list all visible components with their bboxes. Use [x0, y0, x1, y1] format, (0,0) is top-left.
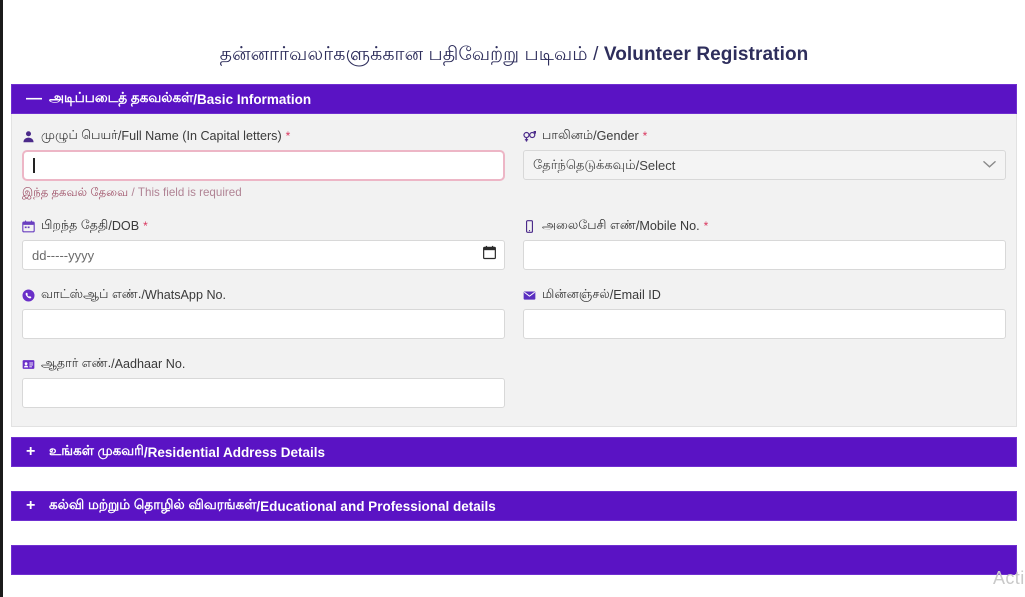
error-full-name-english: This field is required: [137, 186, 242, 199]
accordion-title-basic-english: Basic Information: [197, 91, 312, 107]
page-title-separator: /: [587, 44, 604, 65]
text-cursor: [33, 158, 35, 173]
accordion-residential-address: + உங்கள் முகவரி / Residential Address De…: [11, 437, 1017, 467]
envelope-icon: [523, 289, 536, 302]
person-icon: [22, 130, 35, 143]
label-full-name: முழுப் பெயர் / Full Name (In Capital let…: [22, 128, 505, 144]
dob-input-wrapper: dd-----yyyy: [22, 240, 505, 270]
mobile-phone-icon: [523, 219, 536, 233]
label-aadhaar-tamil: ஆதார் எண்.: [41, 356, 112, 370]
gender-selected-english: Select: [639, 157, 676, 173]
field-group-whatsapp: வாட்ஸ்ஆப் எண். / WhatsApp No.: [22, 287, 505, 339]
label-whatsapp: வாட்ஸ்ஆப் எண். / WhatsApp No.: [22, 287, 505, 303]
windows-activation-watermark: Acti: [993, 568, 1025, 588]
label-full-name-english: Full Name (In Capital letters): [121, 129, 282, 143]
page-title: தன்னார்வலர்களுக்கான பதிவேற்று படிவம் / V…: [3, 0, 1025, 68]
label-email-english: Email ID: [613, 288, 661, 302]
label-email: மின்னஞ்சல் / Email ID: [523, 287, 1006, 303]
minus-icon: —: [26, 90, 42, 107]
left-edge-strip: [0, 0, 3, 597]
gender-icon: [523, 130, 536, 143]
form-row-whatsapp-email: வாட்ஸ்ஆப் எண். / WhatsApp No. மின்னஞ்சல்…: [22, 287, 1006, 339]
accordion-title-education-tamil: கல்வி மற்றும் தொழில் விவரங்கள்: [49, 497, 257, 512]
accordion-header-residential-address[interactable]: + உங்கள் முகவரி / Residential Address De…: [11, 437, 1017, 467]
accordion-basic-information: — அடிப்படைத் தகவல்கள் / Basic Informatio…: [11, 84, 1017, 427]
label-gender-tamil: பாலினம்: [542, 128, 594, 142]
error-full-name-tamil: இந்த தகவல் தேவை: [22, 186, 129, 199]
volunteer-registration-page: தன்னார்வலர்களுக்கான பதிவேற்று படிவம் / V…: [3, 0, 1025, 597]
plus-icon: +: [26, 443, 36, 460]
accordion-header-next-section[interactable]: [11, 545, 1017, 575]
error-full-name-separator: /: [128, 186, 138, 199]
label-aadhaar-english: Aadhaar No.: [114, 357, 186, 371]
label-dob-tamil: பிறந்த தேதி: [41, 218, 109, 232]
email-input[interactable]: [523, 309, 1006, 339]
label-whatsapp-english: WhatsApp No.: [144, 288, 227, 302]
label-gender-english: Gender: [596, 129, 639, 143]
accordion-header-basic-information[interactable]: — அடிப்படைத் தகவல்கள் / Basic Informatio…: [11, 84, 1017, 114]
accordion-header-educational-professional[interactable]: + கல்வி மற்றும் தொழில் விவரங்கள் / Educa…: [11, 491, 1017, 521]
label-full-name-tamil: முழுப் பெயர்: [41, 128, 118, 142]
field-group-full-name: முழுப் பெயர் / Full Name (In Capital let…: [22, 128, 505, 201]
required-asterisk-dob: *: [143, 219, 148, 233]
whatsapp-icon: [22, 288, 35, 302]
id-card-icon: [22, 358, 35, 371]
gender-selected-tamil: தேர்ந்தெடுக்கவும்: [533, 156, 636, 172]
required-asterisk-full-name: *: [285, 129, 291, 143]
accordion-title-address-tamil: உங்கள் முகவரி: [49, 443, 144, 458]
field-group-email: மின்னஞ்சல் / Email ID: [523, 287, 1006, 339]
accordion-educational-professional: + கல்வி மற்றும் தொழில் விவரங்கள் / Educa…: [11, 491, 1017, 521]
aadhaar-input[interactable]: [22, 378, 505, 408]
error-message-full-name: இந்த தகவல் தேவை / This field is required: [22, 186, 505, 201]
field-group-gender: பாலினம் / Gender * தேர்ந்தெடுக்கவும் / Se…: [523, 128, 1006, 201]
form-row-dob-mobile: பிறந்த தேதி / DOB * dd-----yyyy அலைபேசி …: [22, 218, 1006, 270]
field-group-spacer: [523, 356, 1006, 408]
mobile-input[interactable]: [523, 240, 1006, 270]
label-dob: பிறந்த தேதி / DOB *: [22, 218, 505, 234]
label-dob-english: DOB: [111, 219, 140, 233]
page-title-tamil: தன்னார்வலர்களுக்கான பதிவேற்று படிவம்: [219, 44, 588, 65]
accordion-title-education-english: Educational and Professional details: [260, 498, 496, 514]
required-asterisk-mobile: *: [703, 219, 709, 233]
plus-icon: +: [26, 497, 36, 514]
page-title-english: Volunteer Registration: [603, 44, 809, 65]
calendar-icon: [22, 219, 35, 233]
form-row-aadhaar: ஆதார் எண். / Aadhaar No.: [22, 356, 1006, 408]
accordion-title-address-english: Residential Address Details: [147, 444, 325, 460]
label-mobile: அலைபேசி எண் / Mobile No. *: [523, 218, 1006, 234]
label-mobile-english: Mobile No.: [639, 219, 700, 233]
label-email-tamil: மின்னஞ்சல்: [542, 287, 610, 301]
field-group-mobile: அலைபேசி எண் / Mobile No. *: [523, 218, 1006, 270]
required-asterisk-gender: *: [642, 129, 648, 143]
form-row-name-gender: முழுப் பெயர் / Full Name (In Capital let…: [22, 128, 1006, 201]
field-group-aadhaar: ஆதார் எண். / Aadhaar No.: [22, 356, 505, 408]
full-name-input[interactable]: [22, 150, 505, 181]
accordion-title-basic-tamil: அடிப்படைத் தகவல்கள்: [49, 90, 194, 105]
accordion-body-basic-information: முழுப் பெயர் / Full Name (In Capital let…: [11, 114, 1017, 427]
accordion-next-section-partial: [11, 545, 1017, 575]
gender-select-wrapper: தேர்ந்தெடுக்கவும் / Select: [523, 150, 1006, 180]
label-aadhaar: ஆதார் எண். / Aadhaar No.: [22, 356, 505, 372]
whatsapp-input[interactable]: [22, 309, 505, 339]
label-gender: பாலினம் / Gender *: [523, 128, 1006, 144]
label-whatsapp-tamil: வாட்ஸ்ஆப் எண்.: [41, 287, 142, 301]
label-mobile-tamil: அலைபேசி எண்: [542, 218, 636, 232]
field-group-dob: பிறந்த தேதி / DOB * dd-----yyyy: [22, 218, 505, 270]
dob-placeholder: dd-----yyyy: [32, 247, 95, 263]
gender-select[interactable]: தேர்ந்தெடுக்கவும் / Select: [523, 150, 1006, 180]
dob-input[interactable]: dd-----yyyy: [22, 240, 505, 270]
